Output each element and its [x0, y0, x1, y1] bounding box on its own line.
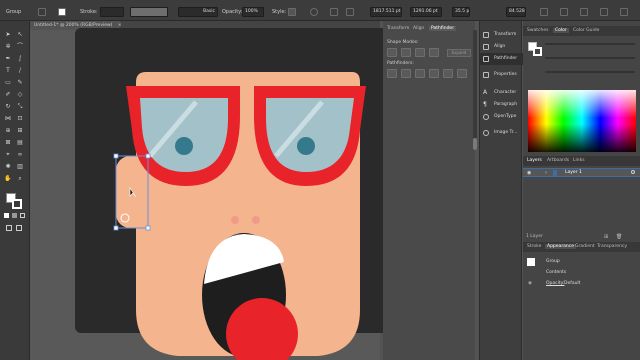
layer-row[interactable]: ◉ › Layer 1: [523, 168, 640, 177]
color-stroke-swatch[interactable]: [533, 47, 542, 56]
dock-item-transform[interactable]: Transform: [480, 29, 523, 41]
visibility-eye-icon[interactable]: ◉: [527, 170, 531, 176]
panel-dock: Transform Align Pathfinder Properties A …: [479, 21, 523, 360]
pathfinders-label: Pathfinders:: [387, 61, 414, 66]
layers-count: 1 Layer: [526, 234, 543, 239]
left-nostril: [231, 216, 239, 224]
selection-handle[interactable]: [145, 153, 151, 159]
dock-item-label: OpenType: [494, 114, 517, 119]
dock-item-label: Paragraph: [494, 102, 518, 107]
expand-chevron-icon[interactable]: ›: [545, 170, 547, 176]
image-trace-icon: [483, 130, 489, 136]
merge-button[interactable]: [415, 69, 425, 78]
appearance-contents[interactable]: Contents: [546, 270, 566, 275]
paragraph-icon: ¶: [483, 101, 487, 108]
shape-modes-label: Shape Modes:: [387, 40, 419, 45]
dock-item-label: Pathfinder: [494, 56, 518, 61]
tab-gradient[interactable]: Gradient: [575, 244, 595, 249]
transform-icon: [483, 32, 489, 38]
right-pupil: [297, 137, 315, 155]
color-panel-tabs: Swatches Color Color Guide: [523, 26, 640, 36]
layer-target-icon[interactable]: [631, 170, 635, 174]
tab-color-guide[interactable]: Color Guide: [573, 28, 599, 33]
expand-button[interactable]: Expand: [447, 49, 471, 57]
pathfinder-icon: [483, 56, 489, 62]
layer-name[interactable]: Layer 1: [565, 170, 582, 175]
dock-item-image-trace[interactable]: Image Tr...: [480, 127, 523, 139]
outline-button[interactable]: [443, 69, 453, 78]
pathfinder-panel: Transform Align Pathfinder Shape Modes: …: [383, 21, 475, 360]
color-spectrum[interactable]: [528, 90, 636, 152]
tab-artboards[interactable]: Artboards: [547, 158, 569, 163]
dock-item-opentype[interactable]: OpenType: [480, 111, 523, 123]
color-slider-b[interactable]: [545, 71, 635, 73]
appearance-thumbnail: [527, 258, 535, 266]
tab-align[interactable]: Align: [413, 26, 424, 31]
selection-handle[interactable]: [113, 153, 119, 159]
color-slider-g[interactable]: [545, 57, 635, 59]
selection-handle[interactable]: [145, 225, 151, 231]
tab-layers[interactable]: Layers: [527, 158, 542, 163]
visibility-eye-icon[interactable]: ◉: [528, 281, 532, 286]
exclude-button[interactable]: [429, 48, 439, 57]
color-slider-r[interactable]: [545, 43, 635, 45]
unite-button[interactable]: [387, 48, 397, 57]
tab-color[interactable]: Color: [553, 28, 569, 33]
dock-item-label: Align: [494, 44, 506, 49]
new-layer-icon[interactable]: ⊞: [604, 234, 608, 240]
dock-item-label: Character: [494, 90, 517, 95]
tab-swatches[interactable]: Swatches: [527, 28, 549, 33]
tab-links[interactable]: Links: [573, 158, 585, 163]
appearance-object-label: Group: [546, 259, 560, 264]
divide-button[interactable]: [387, 69, 397, 78]
trim-button[interactable]: [401, 69, 411, 78]
appearance-opacity-value: Default: [564, 281, 581, 286]
panel-scrollbar[interactable]: [473, 30, 477, 150]
tab-pathfinder[interactable]: Pathfinder: [429, 26, 457, 31]
selection-handle[interactable]: [113, 225, 119, 231]
right-nostril: [252, 216, 260, 224]
opentype-icon: [483, 114, 489, 120]
character-icon: A: [483, 89, 488, 96]
tab-appearance[interactable]: Appearance: [545, 244, 577, 249]
dock-item-character[interactable]: A Character: [480, 87, 523, 99]
layer-color-indicator: [553, 170, 557, 176]
minus-back-button[interactable]: [457, 69, 467, 78]
appearance-panel-tabs: Stroke Appearance Gradient Transparency: [523, 242, 640, 252]
dock-item-label: Image Tr...: [494, 130, 518, 135]
align-icon: [483, 44, 489, 50]
dock-item-label: Transform: [494, 32, 517, 37]
dock-item-pathfinder[interactable]: Pathfinder: [480, 53, 523, 65]
dock-item-paragraph[interactable]: ¶ Paragraph: [480, 99, 523, 111]
tab-stroke[interactable]: Stroke: [527, 244, 541, 249]
appearance-opacity-label[interactable]: Opacity:: [546, 281, 565, 286]
left-pupil: [175, 137, 193, 155]
dock-item-properties[interactable]: Properties: [480, 69, 523, 81]
minus-front-button[interactable]: [401, 48, 411, 57]
trash-icon[interactable]: 🗑: [616, 234, 622, 240]
properties-icon: [483, 72, 489, 78]
dock-item-align[interactable]: Align: [480, 41, 523, 53]
layers-panel-tabs: Layers Artboards Links: [523, 156, 640, 166]
intersect-button[interactable]: [415, 48, 425, 57]
dock-item-label: Properties: [494, 72, 517, 77]
tab-transform[interactable]: Transform: [387, 26, 409, 31]
panel-scrollbar-thumb[interactable]: [473, 138, 477, 150]
crop-button[interactable]: [429, 69, 439, 78]
tab-transparency[interactable]: Transparency: [597, 244, 627, 249]
